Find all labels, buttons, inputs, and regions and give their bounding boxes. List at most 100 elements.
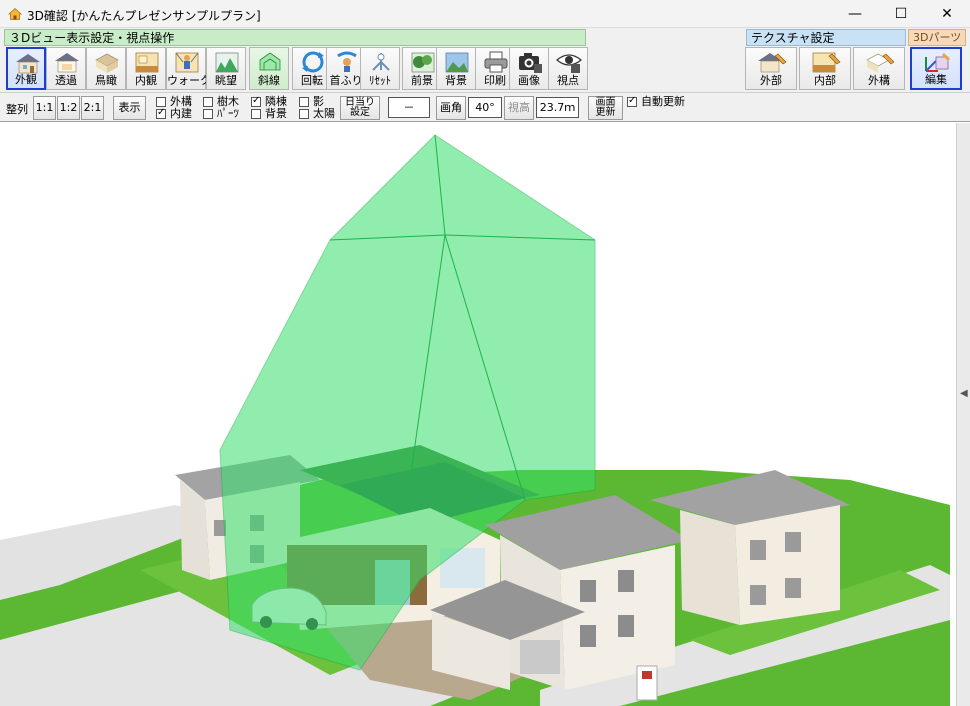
transparent-view-label: 透過 (55, 74, 77, 87)
printer-icon (484, 51, 508, 73)
shadow-checkbox-box[interactable] (299, 97, 309, 107)
parts-checkbox-label: ﾊﾟｰﾂ (217, 107, 239, 120)
landscape-texture-icon (866, 53, 895, 73)
auto-refresh-checkbox[interactable]: 自動更新 (627, 95, 685, 108)
reset-label: ﾘｾｯﾄ (369, 74, 391, 87)
app-home-icon (8, 7, 22, 20)
minimize-button[interactable]: — (832, 0, 878, 28)
neighbor-building-checkbox-box[interactable] (251, 95, 261, 107)
edit-parts-label: 編集 (925, 73, 947, 86)
setback-line-label: 斜線 (258, 74, 280, 87)
interior-texture-icon (812, 52, 841, 73)
title-bar: 3D確認 [かんたんプレゼンサンプルプラン] — ☐ ✕ (0, 0, 970, 28)
exterior-structure-checkbox-box[interactable] (156, 97, 166, 107)
maximize-icon: ☐ (894, 6, 908, 22)
auto-refresh-checkbox-box[interactable] (627, 95, 637, 107)
parts-checkbox-box[interactable] (203, 109, 213, 119)
image-save-label: 画像 (518, 74, 540, 87)
main-toolbar: ３Dビュー表示設定・視点操作 テクスチャ設定 3Dパーツ 外観 透過 鳥瞰 内観… (0, 28, 970, 92)
background-button[interactable]: 背景 (436, 47, 476, 90)
landscape-view-label: 眺望 (215, 74, 237, 87)
view-control-bar: 整列 1:1 1:2 2:1 表示 外構 内建 樹木 ﾊﾟｰﾂ 隣棟 背景 影 … (0, 92, 970, 122)
close-button[interactable]: ✕ (924, 0, 970, 28)
angle-button[interactable]: 画角 (436, 96, 466, 120)
view3d-group-header: ３Dビュー表示設定・視点操作 (4, 29, 586, 46)
exterior-view-button[interactable]: 外観 (6, 47, 46, 90)
refresh-screen-button[interactable]: 画面 更新 (588, 96, 623, 120)
house-transparent-icon (55, 53, 79, 73)
exterior-view-label: 外観 (15, 73, 37, 86)
edit-parts-button[interactable]: 編集 (910, 47, 962, 90)
minimize-icon: — (848, 6, 862, 22)
landscape-texture-button[interactable]: 外構 (853, 47, 905, 90)
align-label: 整列 (6, 103, 28, 116)
trees-checkbox-box[interactable] (203, 97, 213, 107)
setback-line-icon (259, 52, 281, 71)
head-turn-icon (337, 51, 357, 72)
background-checkbox[interactable]: 背景 (251, 108, 287, 120)
angle-value-field[interactable]: 40° (468, 97, 502, 118)
side-panel-toggle[interactable]: ◀ (956, 123, 970, 706)
parts-group-header: 3Dパーツ (908, 29, 966, 46)
exterior-texture-label: 外部 (760, 74, 782, 87)
sun-checkbox-box[interactable] (299, 109, 309, 119)
interior-texture-label: 内部 (814, 74, 836, 87)
foreground-icon (411, 52, 435, 73)
parts-checkbox[interactable]: ﾊﾟｰﾂ (203, 108, 239, 120)
background-checkbox-box[interactable] (251, 109, 261, 119)
interior-fittings-checkbox-label: 内建 (170, 107, 192, 120)
eye-viewpoint-icon (556, 54, 582, 73)
sun-checkbox-label: 太陽 (313, 107, 335, 120)
walk-label: ウォーク (167, 74, 211, 87)
triangle-left-icon: ◀ (960, 388, 968, 399)
refresh-screen-line2: 更新 (595, 107, 616, 118)
interior-fittings-checkbox[interactable]: 内建 (156, 107, 192, 120)
landscape-texture-label: 外構 (868, 74, 890, 87)
exterior-texture-icon (758, 53, 787, 73)
reset-button[interactable]: ﾘｾｯﾄ (360, 47, 400, 90)
viewpoint-label: 視点 (557, 74, 579, 87)
landscape-view-icon (215, 52, 239, 73)
eye-height-value-field[interactable]: 23.7ｍ (536, 97, 579, 118)
auto-refresh-checkbox-label: 自動更新 (641, 95, 685, 108)
ratio-2-1-button[interactable]: 2:1 (81, 96, 104, 120)
interior-texture-button[interactable]: 内部 (799, 47, 851, 90)
background-checkbox-label: 背景 (265, 107, 287, 120)
walk-button[interactable]: ウォーク (166, 47, 211, 90)
viewpoint-button[interactable]: 視点 (548, 47, 588, 90)
maximize-button[interactable]: ☐ (878, 0, 924, 28)
background-label: 背景 (445, 74, 467, 87)
mailbox-sign (636, 665, 658, 701)
eye-height-button[interactable]: 視高 (504, 96, 534, 120)
landscape-view-button[interactable]: 眺望 (206, 47, 246, 90)
3d-viewport[interactable] (0, 123, 970, 706)
sun-checkbox[interactable]: 太陽 (299, 108, 335, 120)
ratio-1-2-button[interactable]: 1:2 (57, 96, 80, 120)
close-icon: ✕ (941, 6, 953, 22)
3d-scene (0, 134, 950, 706)
ratio-1-1-button[interactable]: 1:1 (33, 96, 56, 120)
interior-view-label: 内観 (135, 74, 157, 87)
transparent-view-button[interactable]: 透過 (46, 47, 86, 90)
image-save-button[interactable]: 画像 (509, 47, 549, 90)
interior-view-button[interactable]: 内観 (126, 47, 166, 90)
view-mode-field[interactable]: － (388, 97, 430, 118)
camera-icon (519, 53, 542, 73)
reset-icon (372, 53, 390, 71)
birds-eye-icon (95, 53, 119, 73)
interior-fittings-checkbox-box[interactable] (156, 107, 166, 119)
display-button[interactable]: 表示 (113, 96, 146, 120)
birds-eye-label: 鳥瞰 (95, 74, 117, 87)
birds-eye-button[interactable]: 鳥瞰 (86, 47, 126, 90)
rotate-icon (302, 51, 324, 73)
interior-view-icon (135, 52, 159, 73)
texture-group-header: テクスチャ設定 (746, 29, 906, 46)
exterior-texture-button[interactable]: 外部 (745, 47, 797, 90)
edit-parts-icon (925, 53, 950, 72)
sunlight-settings-button[interactable]: 日当り 設定 (340, 96, 380, 120)
walk-person-icon (175, 52, 199, 73)
window-title: 3D確認 [かんたんプレゼンサンプルプラン] (27, 9, 261, 23)
sunlight-settings-line2: 設定 (350, 107, 370, 118)
house-exterior-icon (16, 54, 40, 74)
setback-line-button[interactable]: 斜線 (249, 47, 289, 90)
